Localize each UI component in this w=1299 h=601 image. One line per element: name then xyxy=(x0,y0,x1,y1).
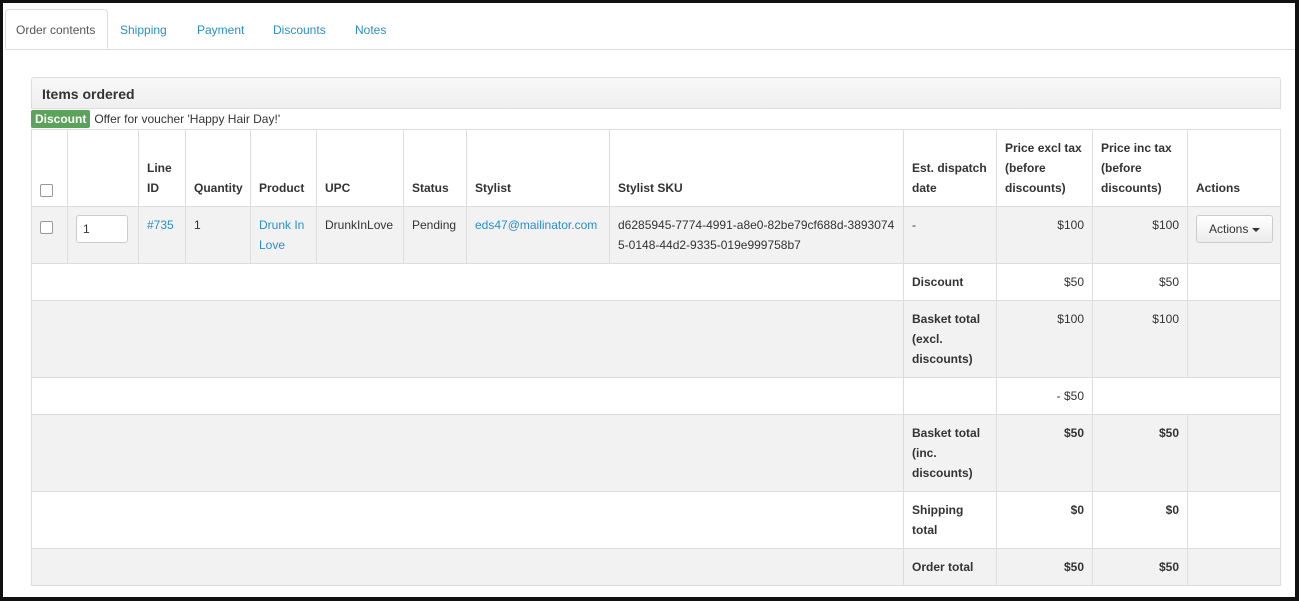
tab-shipping[interactable]: Shipping xyxy=(120,9,167,49)
line-id-link[interactable]: #735 xyxy=(147,218,174,232)
header-price-inc: Price inc tax (before discounts) xyxy=(1092,129,1188,207)
basket-total-inc-excl: $50 xyxy=(996,414,1093,492)
table-row: #735 1 Drunk In Love DrunkInLove Pending… xyxy=(31,206,1281,264)
shipping-total-row: Shipping total $0 $0 xyxy=(31,491,1281,549)
discount-badge: Discount xyxy=(31,110,91,128)
basket-total-inc-row: Basket total (inc. discounts) $50 $50 xyxy=(31,414,1281,492)
select-all-cell xyxy=(31,129,68,207)
price-inc-cell: $100 xyxy=(1092,206,1188,264)
line-id-cell: #735 xyxy=(138,206,186,264)
order-total-inc: $50 xyxy=(1092,548,1188,586)
quantity-input[interactable] xyxy=(76,215,128,243)
stylist-sku-cell: d6285945-7774-4991-a8e0-82be79cf688d-389… xyxy=(609,206,904,264)
tab-order-contents[interactable]: Order contents xyxy=(5,9,108,49)
items-table: Line ID Quantity Product UPC Status Styl… xyxy=(31,129,1281,586)
discount-label: Discount xyxy=(903,263,997,301)
order-total-label: Order total xyxy=(903,548,997,586)
discount-inc: $50 xyxy=(1092,263,1188,301)
qty-input-header xyxy=(67,129,139,207)
tab-notes[interactable]: Notes xyxy=(355,9,386,49)
voucher-adjustment-row: - $50 xyxy=(31,377,1281,415)
basket-total-inc-label: Basket total (inc. discounts) xyxy=(903,414,997,492)
tab-discounts[interactable]: Discounts xyxy=(273,9,326,49)
basket-total-inc-inc: $50 xyxy=(1092,414,1188,492)
discount-offer-text: Offer for voucher 'Happy Hair Day!' xyxy=(94,112,281,126)
caret-down-icon xyxy=(1252,227,1261,232)
actions-button-label: Actions xyxy=(1209,222,1249,236)
header-dispatch-date: Est. dispatch date xyxy=(903,129,997,207)
actions-dropdown-button[interactable]: Actions xyxy=(1196,215,1274,243)
panel-title: Items ordered xyxy=(42,86,135,102)
upc-cell: DrunkInLove xyxy=(316,206,404,264)
price-excl-cell: $100 xyxy=(996,206,1093,264)
shipping-total-excl: $0 xyxy=(996,491,1093,549)
tab-bar: Order contents Shipping Payment Discount… xyxy=(5,9,1295,50)
items-ordered-panel-header: Items ordered xyxy=(31,77,1281,109)
header-stylist: Stylist xyxy=(466,129,610,207)
basket-total-excl-inc: $100 xyxy=(1092,300,1188,378)
table-header-row: Line ID Quantity Product UPC Status Styl… xyxy=(31,129,1281,207)
basket-total-excl-excl: $100 xyxy=(996,300,1093,378)
status-cell: Pending xyxy=(403,206,467,264)
basket-total-excl-row: Basket total (excl. discounts) $100 $100 xyxy=(31,300,1281,378)
header-actions: Actions xyxy=(1187,129,1281,207)
order-detail-window: Order contents Shipping Payment Discount… xyxy=(0,0,1299,601)
qty-input-cell xyxy=(67,206,139,264)
order-total-row: Order total $50 $50 xyxy=(31,548,1281,586)
header-status: Status xyxy=(403,129,467,207)
stylist-email-link[interactable]: eds47@mailinator.com xyxy=(475,218,597,232)
stylist-cell: eds47@mailinator.com xyxy=(466,206,610,264)
discount-total-row: Discount $50 $50 xyxy=(31,263,1281,301)
basket-total-excl-label: Basket total (excl. discounts) xyxy=(903,300,997,378)
shipping-total-inc: $0 xyxy=(1092,491,1188,549)
shipping-total-label: Shipping total xyxy=(903,491,997,549)
product-cell: Drunk In Love xyxy=(250,206,317,264)
row-select-cell xyxy=(31,206,68,264)
header-quantity: Quantity xyxy=(185,129,251,207)
dispatch-date-cell: - xyxy=(903,206,997,264)
discount-excl: $50 xyxy=(996,263,1093,301)
header-price-excl: Price excl tax (before discounts) xyxy=(996,129,1093,207)
header-upc: UPC xyxy=(316,129,404,207)
quantity-cell: 1 xyxy=(185,206,251,264)
actions-cell: Actions xyxy=(1187,206,1281,264)
row-checkbox[interactable] xyxy=(40,221,53,235)
voucher-adjustment-value: - $50 xyxy=(996,377,1093,415)
tab-payment[interactable]: Payment xyxy=(197,9,244,49)
discount-offer-line: Discount Offer for voucher 'Happy Hair Da… xyxy=(31,110,280,128)
header-stylist-sku: Stylist SKU xyxy=(609,129,904,207)
order-total-excl: $50 xyxy=(996,548,1093,586)
header-line-id: Line ID xyxy=(138,129,186,207)
header-product: Product xyxy=(250,129,317,207)
product-link[interactable]: Drunk In Love xyxy=(259,218,304,252)
select-all-checkbox[interactable] xyxy=(40,184,53,198)
